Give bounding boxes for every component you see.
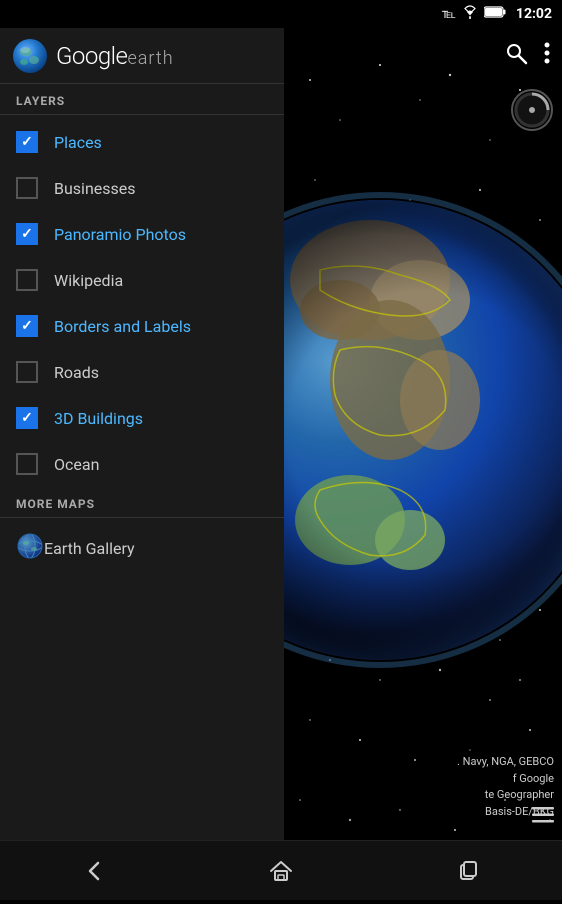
checkbox-panoramio[interactable]: ✓ (16, 223, 38, 245)
header-icons (492, 28, 562, 84)
layer-label-3d-buildings: 3D Buildings (54, 409, 143, 428)
checkbox-ocean[interactable] (16, 453, 38, 475)
ge-logo-icon (12, 38, 48, 74)
more-maps-list: Earth Gallery (0, 522, 284, 574)
menu-icon[interactable] (532, 807, 554, 828)
checkbox-businesses[interactable] (16, 177, 38, 199)
layers-section-header: LAYERS (0, 84, 284, 114)
layer-label-places: Places (54, 133, 102, 152)
layer-item-wikipedia[interactable]: Wikipedia (0, 257, 284, 303)
status-time: 12:02 (516, 6, 552, 22)
checkbox-places[interactable]: ✓ (16, 131, 38, 153)
layer-label-roads: Roads (54, 363, 99, 382)
layer-item-3d-buildings[interactable]: ✓ 3D Buildings (0, 395, 284, 441)
ge-google-text: Google (56, 42, 127, 70)
layer-item-ocean[interactable]: Ocean (0, 441, 284, 487)
status-icons: ℡ 12:02 (442, 5, 552, 23)
layer-item-borders[interactable]: ✓ Borders and Labels (0, 303, 284, 349)
more-maps-divider (0, 517, 284, 518)
status-bar: ℡ 12:02 (0, 0, 562, 28)
more-maps-label-earth-gallery: Earth Gallery (44, 539, 135, 558)
layers-divider (0, 114, 284, 115)
ge-earth-text: earth (127, 48, 173, 69)
checkbox-3d-buildings[interactable]: ✓ (16, 407, 38, 429)
wifi-icon (462, 5, 478, 23)
globe-icon (16, 532, 44, 564)
app-logo: Google earth (12, 38, 174, 74)
back-button[interactable] (64, 849, 124, 893)
recents-button[interactable] (438, 849, 498, 893)
copyright-line-3: te Geographer (457, 787, 554, 804)
layer-label-wikipedia: Wikipedia (54, 271, 123, 290)
checkbox-roads[interactable] (16, 361, 38, 383)
layer-item-roads[interactable]: Roads (0, 349, 284, 395)
copyright-line-1: . Navy, NGA, GEBCO (457, 754, 554, 771)
layer-label-businesses: Businesses (54, 179, 136, 198)
app-header: Google earth (0, 28, 284, 84)
search-icon[interactable] (504, 41, 528, 71)
more-options-icon[interactable] (544, 41, 550, 71)
battery-icon (484, 6, 506, 22)
more-maps-section-header: MORE MAPS (0, 487, 284, 517)
layer-label-ocean: Ocean (54, 455, 99, 474)
ge-logo-text: Google earth (56, 42, 174, 70)
layer-item-businesses[interactable]: Businesses (0, 165, 284, 211)
layer-label-panoramio: Panoramio Photos (54, 225, 186, 244)
layers-list: ✓ Places Businesses ✓ Panoramio Photos Wikipe… (0, 119, 284, 487)
layer-item-places[interactable]: ✓ Places (0, 119, 284, 165)
nav-bar (0, 840, 562, 900)
copyright-line-2: f Google (457, 771, 554, 788)
home-button[interactable] (251, 849, 311, 893)
compass[interactable] (510, 88, 554, 132)
checkbox-wikipedia[interactable] (16, 269, 38, 291)
checkbox-borders[interactable]: ✓ (16, 315, 38, 337)
layer-item-panoramio[interactable]: ✓ Panoramio Photos (0, 211, 284, 257)
more-maps-item-earth-gallery[interactable]: Earth Gallery (0, 522, 284, 574)
layer-label-borders: Borders and Labels (54, 317, 191, 336)
left-panel: Google earth LAYERS ✓ Places Businesses ✓ Pa… (0, 28, 284, 840)
bluetooth-icon: ℡ (442, 7, 456, 22)
